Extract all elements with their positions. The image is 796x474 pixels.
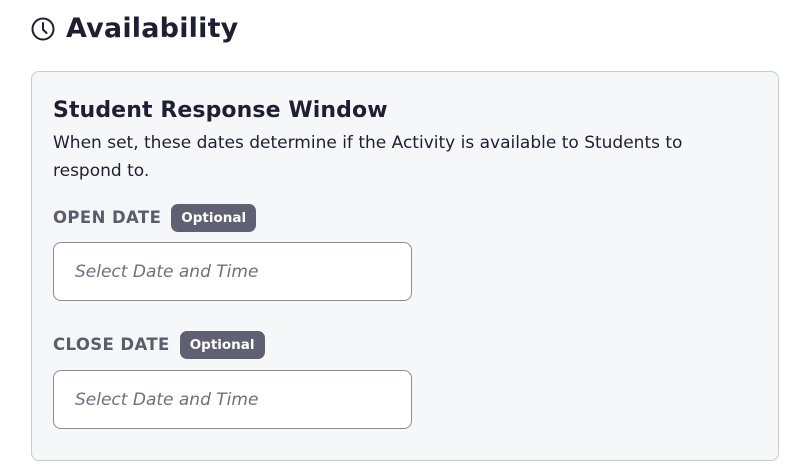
optional-badge: Optional xyxy=(171,204,257,232)
open-date-label: OPEN DATE xyxy=(53,208,162,227)
card-description: When set, these dates determine if the A… xyxy=(53,133,683,181)
close-date-label: CLOSE DATE xyxy=(53,335,170,354)
open-date-input[interactable] xyxy=(53,242,412,301)
student-response-window-card: Student Response Window When set, these … xyxy=(31,71,779,461)
optional-badge: Optional xyxy=(179,331,265,359)
page-title: Availability xyxy=(66,13,239,44)
close-date-label-row: CLOSE DATE Optional xyxy=(53,331,265,359)
open-date-label-row: OPEN DATE Optional xyxy=(53,204,257,232)
clock-icon xyxy=(30,16,56,42)
availability-page: Availability Student Response Window Whe… xyxy=(0,0,796,474)
close-date-input[interactable] xyxy=(53,370,412,429)
card-title: Student Response Window xyxy=(53,98,388,123)
section-header: Availability xyxy=(30,13,238,45)
